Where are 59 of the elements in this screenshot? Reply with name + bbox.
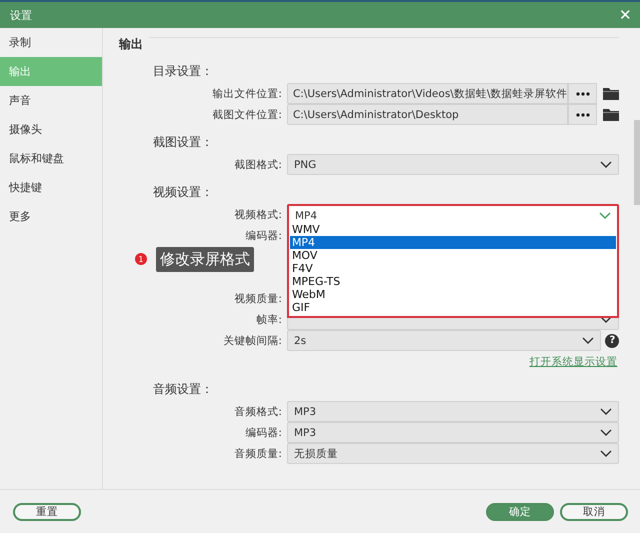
field-label: 截图格式: [233,158,283,172]
group-title: 音频设置： [152,381,214,398]
browse-button[interactable] [568,83,598,104]
step-badge: 1 [134,253,147,265]
field-label: 关键帧间隔: [222,334,283,348]
dropdown-option[interactable]: WMV [290,223,616,236]
chevron-down-icon [600,316,612,323]
dropdown-option[interactable]: MP4 [290,236,616,249]
sidebar-item[interactable]: 录制 [0,28,102,57]
scrollbar-thumb[interactable] [634,120,640,205]
chevron-down-icon [600,408,612,415]
path-field[interactable]: C:\Users\Administrator\Videos\数据蛙\数据蛙录屏软件 [286,83,568,104]
select-field[interactable]: MP3 [286,422,620,443]
sidebar-item[interactable]: 快捷键 [0,173,102,202]
dropdown-option[interactable]: WebM [290,288,616,301]
more-icon [576,92,590,96]
sidebar-item[interactable]: 更多 [0,202,102,231]
chevron-down-icon [600,429,612,436]
field-label: 视频格式: [233,208,283,222]
help-icon[interactable]: ? [605,334,620,348]
cancel-button[interactable]: 取消 [560,502,628,520]
chevron-down-icon [600,450,612,457]
sidebar-item[interactable]: 声音 [0,86,102,115]
field-label: 视频质量: [233,292,283,306]
group-title: 截图设置： [152,134,214,151]
reset-button[interactable]: 重置 [13,502,81,520]
field-label: 截图文件位置: [211,108,283,122]
path-field[interactable]: C:\Users\Administrator\Desktop [286,104,568,125]
ok-button[interactable]: 确定 [486,502,554,520]
dropdown-option[interactable]: MOV [290,249,616,262]
chevron-down-icon [600,161,612,168]
browse-button[interactable] [568,104,598,125]
group-title: 视频设置： [152,184,214,201]
section-title: 输出 [118,36,143,52]
field-label: 输出文件位置: [211,86,283,100]
dropdown-option[interactable]: MPEG-TS [290,275,616,288]
folder-icon[interactable] [603,108,620,121]
select-field[interactable]: 2s [286,330,602,351]
display-settings-link[interactable]: 打开系统显示设置 [529,354,618,368]
field-label: 编码器: [244,426,283,440]
close-button[interactable]: ✕ [619,6,632,24]
chevron-down-icon [582,337,594,344]
window-title: 设置 [10,8,32,22]
callout-label: 修改录屏格式 [156,247,254,272]
folder-icon[interactable] [603,87,620,100]
more-icon [576,112,590,116]
dropdown-option[interactable]: GIF [290,301,616,314]
select-field[interactable]: PNG [286,154,620,175]
sidebar-item[interactable]: 摄像头 [0,115,102,144]
chevron-down-icon [599,212,612,219]
select-field[interactable]: MP3 [286,401,620,422]
field-label: 编码器: [244,228,283,242]
sidebar-item[interactable]: 鼠标和键盘 [0,144,102,173]
field-label: 音频格式: [233,404,283,418]
group-title: 目录设置： [152,63,214,80]
field-label: 帧率: [255,312,283,326]
field-label: 音频质量: [233,446,283,460]
select-field[interactable]: 无损质量 [286,443,620,464]
dropdown-option[interactable]: F4V [290,262,616,275]
